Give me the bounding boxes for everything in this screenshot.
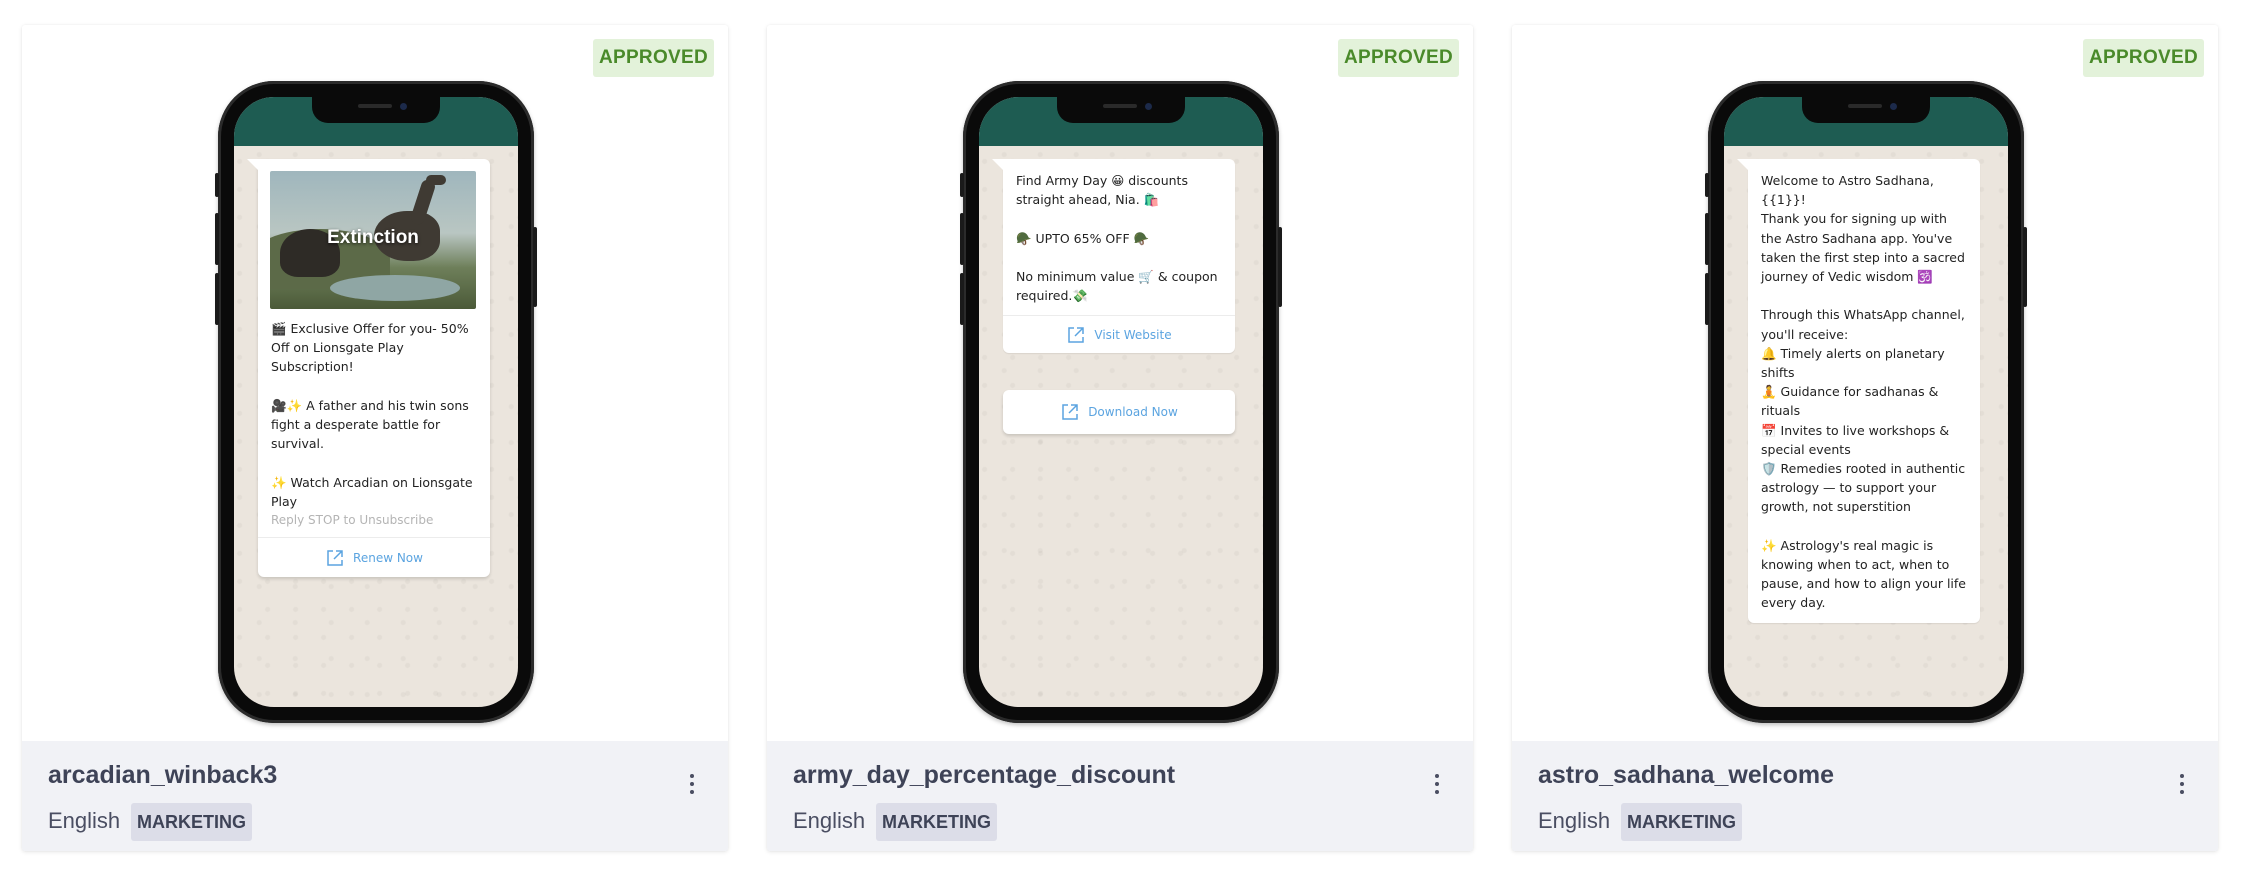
card-footer: army_day_percentage_discount English MAR…: [767, 741, 1473, 851]
template-card[interactable]: APPROVED Find Army Day 😀 discounts strai…: [767, 25, 1473, 851]
external-link-icon: [1068, 327, 1085, 343]
message-bubble: Extinction 🎬 Exclusive Offer for you- 50…: [247, 159, 490, 578]
kebab-menu-icon[interactable]: [1429, 771, 1445, 797]
message-body: Find Army Day 😀 discounts straight ahead…: [1016, 173, 1218, 304]
phone-screen: Extinction 🎬 Exclusive Offer for you- 50…: [234, 97, 518, 707]
template-grid: APPROVED Extinction 🎬 Exclusive Offer fo…: [0, 0, 2244, 884]
message-bubble: Find Army Day 😀 discounts straight ahead…: [992, 159, 1235, 354]
image-title: Extinction: [327, 227, 419, 248]
template-name: arcadian_winback3: [48, 761, 278, 789]
template-preview: APPROVED Find Army Day 😀 discounts strai…: [767, 25, 1473, 741]
kebab-menu-icon[interactable]: [2174, 771, 2190, 797]
template-name: astro_sadhana_welcome: [1538, 761, 1834, 789]
template-card[interactable]: APPROVED Extinction 🎬 Exclusive Offer fo…: [22, 25, 728, 851]
phone-screen: Welcome to Astro Sadhana, {{1}}! Thank y…: [1724, 97, 2008, 707]
kebab-menu-icon[interactable]: [684, 771, 700, 797]
header-image: Extinction: [270, 171, 476, 309]
button-label: Download Now: [1088, 405, 1178, 419]
download-now-button[interactable]: Download Now: [1003, 390, 1235, 434]
message-footer: Reply STOP to Unsubscribe: [271, 513, 434, 528]
phone-mockup: Find Army Day 😀 discounts straight ahead…: [960, 81, 1282, 723]
template-language: English: [793, 808, 866, 833]
template-preview: APPROVED Extinction 🎬 Exclusive Offer fo…: [22, 25, 728, 741]
message-body: 🎬 Exclusive Offer for you- 50% Off on Li…: [271, 321, 473, 509]
status-badge: APPROVED: [1337, 39, 1459, 77]
phone-mockup: Extinction 🎬 Exclusive Offer for you- 50…: [215, 81, 537, 723]
button-label: Visit Website: [1094, 327, 1172, 342]
template-language: English: [48, 808, 121, 833]
template-card[interactable]: APPROVED Welcome to Astro Sadhana, {{1}}…: [1512, 25, 2218, 851]
button-label: Renew Now: [353, 550, 423, 565]
message-bubble: Welcome to Astro Sadhana, {{1}}! Thank y…: [1737, 159, 1980, 623]
template-preview: APPROVED Welcome to Astro Sadhana, {{1}}…: [1512, 25, 2218, 741]
template-name: army_day_percentage_discount: [793, 761, 1176, 789]
status-badge: APPROVED: [592, 39, 714, 77]
category-badge: MARKETING: [1621, 803, 1742, 841]
visit-website-button[interactable]: Visit Website: [1003, 315, 1235, 353]
renew-now-button[interactable]: Renew Now: [258, 537, 490, 577]
external-link-icon: [1062, 404, 1078, 420]
category-badge: MARKETING: [876, 803, 997, 841]
phone-screen: Find Army Day 😀 discounts straight ahead…: [979, 97, 1263, 707]
category-badge: MARKETING: [131, 803, 252, 841]
card-footer: arcadian_winback3 English MARKETING: [22, 741, 728, 851]
template-language: English: [1538, 808, 1611, 833]
external-link-icon: [327, 549, 343, 566]
message-body: Welcome to Astro Sadhana, {{1}}! Thank y…: [1761, 173, 1966, 611]
status-badge: APPROVED: [2082, 39, 2204, 77]
phone-mockup: Welcome to Astro Sadhana, {{1}}! Thank y…: [1705, 81, 2027, 723]
card-footer: astro_sadhana_welcome English MARKETING: [1512, 741, 2218, 851]
